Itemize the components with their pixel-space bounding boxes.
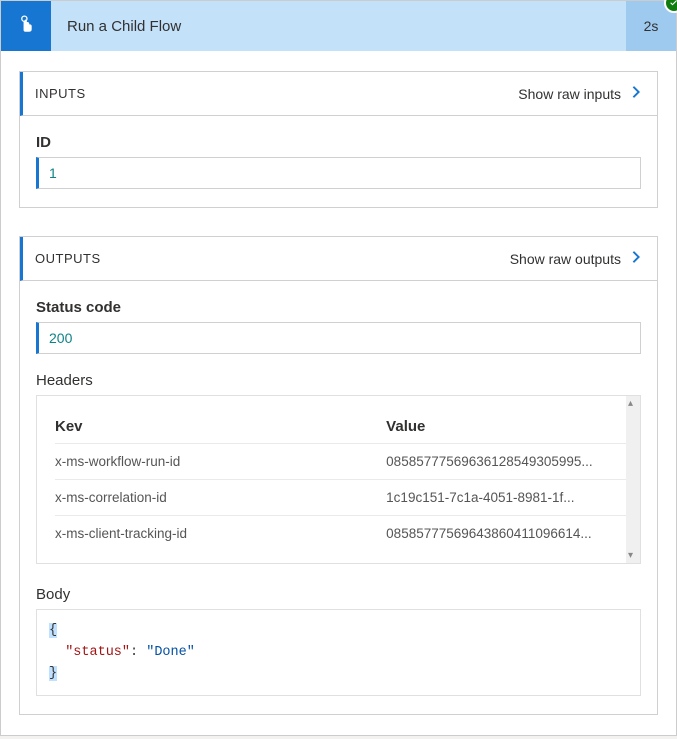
outputs-title: OUTPUTS bbox=[35, 251, 510, 266]
headers-col-value: Value bbox=[386, 418, 626, 444]
table-row: x-ms-client-tracking-id 0858577756964386… bbox=[55, 516, 626, 552]
input-id-value: 1 bbox=[36, 157, 641, 189]
outputs-header: OUTPUTS Show raw outputs bbox=[20, 237, 657, 281]
vertical-scrollbar[interactable] bbox=[626, 396, 640, 563]
inputs-title: INPUTS bbox=[35, 86, 518, 101]
action-header[interactable]: Run a Child Flow 2s bbox=[1, 1, 676, 51]
headers-box: Kev Value x-ms-workflow-run-id 085857775… bbox=[36, 395, 641, 564]
table-row: x-ms-correlation-id 1c19c151-7c1a-4051-8… bbox=[55, 480, 626, 516]
body-label: Body bbox=[36, 586, 641, 603]
inputs-section: INPUTS Show raw inputs ID 1 bbox=[19, 71, 658, 208]
inputs-header: INPUTS Show raw inputs bbox=[20, 72, 657, 116]
body-json: { "status": "Done" } bbox=[36, 609, 641, 696]
chevron-right-icon bbox=[629, 250, 643, 267]
show-raw-inputs-button[interactable]: Show raw inputs bbox=[518, 85, 643, 102]
flow-action-card: Run a Child Flow 2s INPUTS Show raw inpu… bbox=[0, 0, 677, 736]
chevron-right-icon bbox=[629, 85, 643, 102]
outputs-section: OUTPUTS Show raw outputs Status code 200… bbox=[19, 236, 658, 715]
headers-table: Kev Value x-ms-workflow-run-id 085857775… bbox=[55, 418, 626, 551]
show-raw-outputs-button[interactable]: Show raw outputs bbox=[510, 250, 643, 267]
action-title: Run a Child Flow bbox=[51, 1, 626, 51]
status-code-value: 200 bbox=[36, 322, 641, 354]
headers-label: Headers bbox=[36, 372, 641, 389]
headers-col-key: Kev bbox=[55, 418, 386, 444]
flow-touch-icon bbox=[1, 1, 51, 51]
input-id-label: ID bbox=[36, 134, 641, 151]
table-row: x-ms-workflow-run-id 0858577756963612854… bbox=[55, 444, 626, 480]
status-code-label: Status code bbox=[36, 299, 641, 316]
